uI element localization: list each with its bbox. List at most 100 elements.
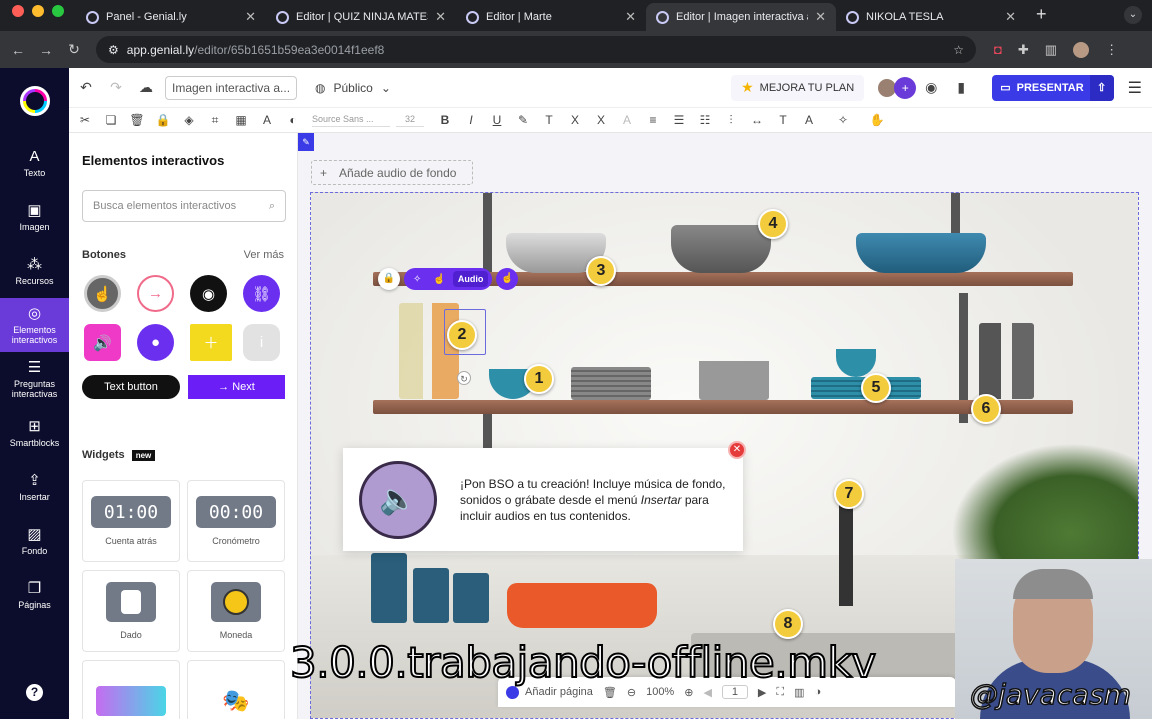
- browser-tab[interactable]: Panel - Genial.ly ✕: [76, 3, 266, 31]
- eye-button-icon[interactable]: ◉: [190, 275, 227, 312]
- extensions-icon[interactable]: ✚: [1018, 42, 1029, 58]
- share-icon[interactable]: ⇧: [1089, 74, 1114, 101]
- add-collaborator-icon[interactable]: +: [894, 76, 917, 99]
- letter-spacing-icon[interactable]: ↔: [744, 113, 770, 127]
- menu-icon[interactable]: ☰: [1128, 78, 1142, 98]
- page-number-input[interactable]: 1: [721, 685, 748, 699]
- zoom-in-icon[interactable]: ⊕: [684, 686, 693, 699]
- upgrade-plan-button[interactable]: ★ MEJORA TU PLAN: [731, 74, 865, 101]
- next-button-sample[interactable]: → Next: [188, 375, 285, 399]
- font-family-select[interactable]: Source Sans ...: [312, 114, 390, 127]
- close-tab-icon[interactable]: ✕: [435, 9, 446, 25]
- close-window-button[interactable]: [12, 4, 24, 17]
- layers-icon[interactable]: ◈: [176, 113, 202, 127]
- arrow-button-icon[interactable]: →: [137, 275, 174, 312]
- browser-tab-active[interactable]: Editor | Imagen interactiva au ✕: [646, 3, 836, 31]
- bold-icon[interactable]: B: [432, 113, 458, 127]
- hotspot[interactable]: 3: [586, 256, 616, 286]
- text-size-icon[interactable]: T: [536, 113, 562, 127]
- rail-item-preguntas[interactable]: ☰ Preguntas interactivas: [0, 352, 69, 406]
- link-button-icon[interactable]: ⛓: [243, 275, 280, 312]
- rail-item-fondo[interactable]: ▨ Fondo: [0, 514, 69, 568]
- vertical-align-icon[interactable]: ⫶: [718, 113, 744, 128]
- help-button[interactable]: ?: [26, 684, 43, 701]
- hotspot[interactable]: 8: [773, 609, 803, 639]
- widget-coin[interactable]: Moneda: [187, 570, 285, 652]
- rail-item-elementos-interactivos[interactable]: ◎ Elementos interactivos: [0, 298, 69, 352]
- audio-tag[interactable]: Audio: [452, 271, 489, 287]
- tab-search-icon[interactable]: ⌄: [1124, 6, 1142, 24]
- style-icon[interactable]: ◐: [280, 113, 306, 127]
- hotspot[interactable]: 1: [524, 364, 554, 394]
- close-tab-icon[interactable]: ✕: [815, 9, 826, 25]
- undo-icon[interactable]: ↶: [71, 79, 101, 96]
- new-tab-button[interactable]: +: [1026, 4, 1057, 31]
- visibility-dropdown[interactable]: ◍ Público ⌄: [315, 81, 391, 95]
- text-button-sample[interactable]: Text button: [82, 375, 180, 399]
- prev-page-icon[interactable]: ◀: [703, 686, 711, 699]
- rail-item-paginas[interactable]: ❐ Páginas: [0, 568, 69, 622]
- search-input[interactable]: Busca elementos interactivos ⌕: [82, 190, 286, 222]
- preview-eye-icon[interactable]: ◉: [916, 79, 946, 96]
- lock-element-icon[interactable]: 🔒: [378, 268, 400, 290]
- grid-view-icon[interactable]: ▥: [794, 686, 804, 699]
- numbered-list-icon[interactable]: ☷: [692, 113, 718, 127]
- close-tab-icon[interactable]: ✕: [1005, 9, 1016, 25]
- fit-screen-icon[interactable]: ⛶: [776, 686, 784, 699]
- side-panel-icon[interactable]: ▥: [1045, 42, 1057, 58]
- italic-icon[interactable]: I: [458, 113, 484, 127]
- site-info-icon[interactable]: ⚙: [108, 43, 119, 57]
- url-bar[interactable]: ⚙ app.genial.ly/editor/65b1651b59ea3e001…: [96, 36, 976, 63]
- underline-icon[interactable]: U: [484, 113, 510, 127]
- close-tab-icon[interactable]: ✕: [625, 9, 636, 25]
- clear-format-icon[interactable]: T: [770, 113, 796, 127]
- transparency-icon[interactable]: ▦: [228, 113, 254, 127]
- profile-avatar[interactable]: [1073, 41, 1090, 58]
- zoom-out-icon[interactable]: ⊖: [627, 686, 636, 699]
- browser-tab[interactable]: NIKOLA TESLA ✕: [836, 3, 1026, 31]
- touch-button-icon[interactable]: ☝: [84, 275, 121, 312]
- reload-icon[interactable]: ↻: [60, 41, 88, 58]
- hotspot[interactable]: 5: [861, 373, 891, 403]
- browser-menu-icon[interactable]: ⋮: [1105, 42, 1118, 58]
- pocket-icon[interactable]: ◘: [994, 42, 1002, 57]
- audio-button-icon[interactable]: 🔊: [84, 324, 121, 361]
- minimize-window-button[interactable]: [32, 4, 44, 17]
- browser-tab[interactable]: Editor | QUIZ NINJA MATES ✕: [266, 3, 456, 31]
- highlight-icon[interactable]: ✎: [510, 113, 536, 127]
- next-page-icon[interactable]: ▶: [758, 686, 766, 699]
- bookmark-star-icon[interactable]: ☆: [953, 43, 964, 57]
- hotspot[interactable]: 4: [758, 209, 788, 239]
- font-size-input[interactable]: 32: [396, 114, 424, 127]
- superscript-icon[interactable]: X: [562, 113, 588, 127]
- slide-pin-icon[interactable]: ✎: [298, 133, 314, 151]
- interactivity-icon[interactable]: ☝: [428, 274, 450, 285]
- rail-item-insertar[interactable]: ⇪ Insertar: [0, 460, 69, 514]
- rotate-handle-icon[interactable]: ↻: [457, 371, 471, 385]
- lock-icon[interactable]: 🔒: [150, 113, 176, 127]
- subscript-icon[interactable]: X: [588, 113, 614, 127]
- rail-item-smartblocks[interactable]: ⊞ Smartblocks: [0, 406, 69, 460]
- widget-stopwatch[interactable]: 00:00 Cronómetro: [187, 480, 285, 562]
- accessibility-icon[interactable]: ◑: [814, 686, 821, 698]
- duplicate-icon[interactable]: ❏: [98, 113, 124, 127]
- plus-button-icon[interactable]: ＋: [190, 324, 232, 361]
- add-page-button[interactable]: Añadir página: [506, 685, 593, 699]
- align-center-icon[interactable]: ≡: [640, 113, 666, 127]
- widget-dice[interactable]: Dado: [82, 570, 180, 652]
- project-title-input[interactable]: Imagen interactiva a...: [165, 75, 297, 100]
- close-popup-button[interactable]: ✕: [728, 441, 746, 459]
- text-shadow-icon[interactable]: A: [614, 113, 640, 127]
- genially-logo[interactable]: [19, 86, 50, 116]
- color-icon[interactable]: A: [254, 113, 280, 127]
- hotspot[interactable]: 7: [834, 479, 864, 509]
- interactivity-hand-icon[interactable]: ✋: [864, 113, 890, 127]
- browser-tab[interactable]: Editor | Marte ✕: [456, 3, 646, 31]
- widget-countdown[interactable]: 01:00 Cuenta atrás: [82, 480, 180, 562]
- widget-gradient[interactable]: [82, 660, 180, 719]
- redo-icon[interactable]: ↷: [101, 79, 131, 96]
- maximize-window-button[interactable]: [52, 4, 64, 17]
- animation-icon[interactable]: ✧: [830, 113, 856, 127]
- rail-item-imagen[interactable]: ▣ Imagen: [0, 190, 69, 244]
- hotspot[interactable]: 6: [971, 394, 1001, 424]
